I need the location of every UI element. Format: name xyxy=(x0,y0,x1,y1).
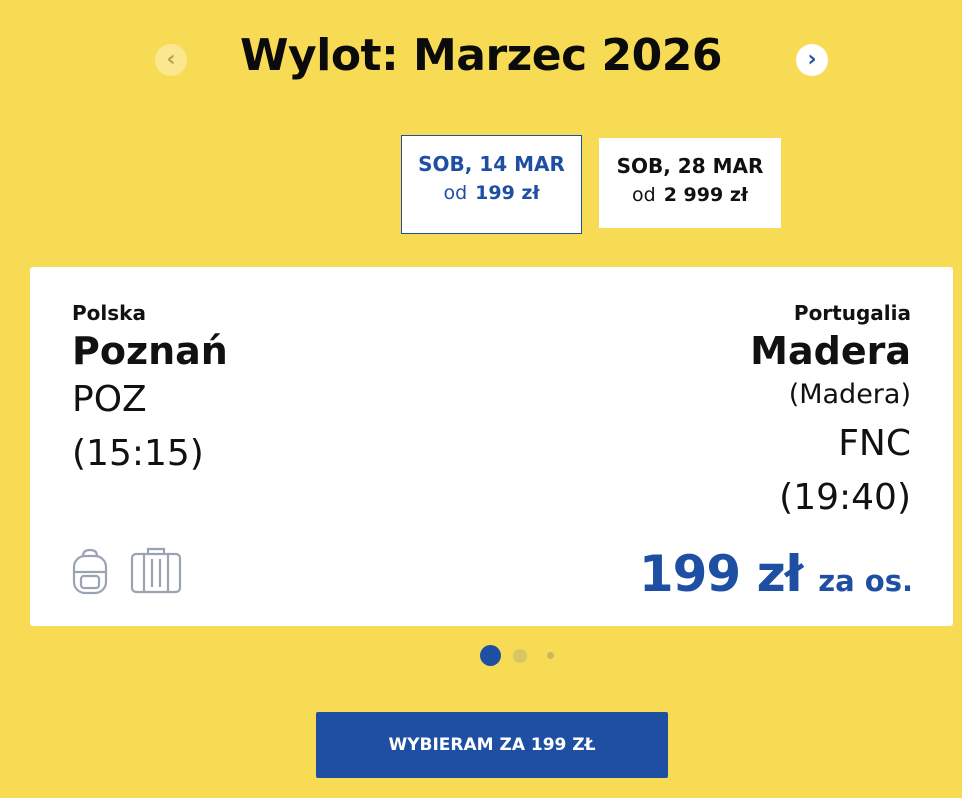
date-option-14-mar[interactable]: SOB, 14 MAR od 199 zł xyxy=(401,135,582,234)
date-price: 199 zł xyxy=(475,182,540,204)
price-suffix: za os. xyxy=(818,564,913,598)
baggage-icons xyxy=(70,547,182,601)
date-option-28-mar[interactable]: SOB, 28 MAR od 2 999 zł xyxy=(599,138,781,228)
price-amount: 199 zł xyxy=(638,545,803,603)
flight-card[interactable]: Polska Poznań POZ (15:15) Portugalia Mad… xyxy=(30,267,953,626)
select-flight-button[interactable]: WYBIERAM ZA 199 ZŁ xyxy=(316,712,668,778)
date-label: SOB, 14 MAR xyxy=(418,152,565,176)
destination-city: Madera xyxy=(750,329,911,373)
departure-time: (15:15) xyxy=(72,433,204,474)
origin-city: Poznań xyxy=(72,329,228,373)
date-price-line: od 199 zł xyxy=(402,182,581,204)
carousel-pagination xyxy=(480,645,554,666)
destination-region: (Madera) xyxy=(788,379,911,410)
origin-country: Polska xyxy=(72,301,146,325)
date-label: SOB, 28 MAR xyxy=(616,154,764,178)
destination-country: Portugalia xyxy=(793,301,911,325)
origin-code: POZ xyxy=(72,379,147,420)
origin-block: Polska Poznań POZ (15:15) xyxy=(72,301,228,481)
date-price-line: od 2 999 zł xyxy=(599,184,781,206)
from-label: od xyxy=(632,184,656,206)
from-label: od xyxy=(443,182,468,204)
pagination-dot[interactable] xyxy=(513,648,527,663)
pagination-dot[interactable] xyxy=(547,652,554,659)
destination-code: FNC xyxy=(838,423,911,464)
backpack-icon xyxy=(70,547,110,601)
pagination-dot-active[interactable] xyxy=(480,645,501,666)
price-per-person: 199 zł za os. xyxy=(639,545,913,603)
suitcase-icon xyxy=(130,547,182,601)
chevron-right-icon[interactable]: › xyxy=(796,44,828,76)
date-price: 2 999 zł xyxy=(663,184,748,206)
destination-block: Portugalia Madera (Madera) FNC (19:40) xyxy=(750,301,911,525)
arrival-time: (19:40) xyxy=(779,477,911,518)
